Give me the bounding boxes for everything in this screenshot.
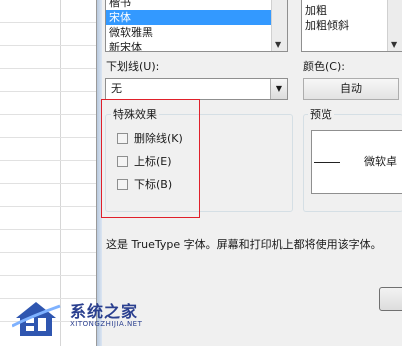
color-label: 颜色(C): xyxy=(303,60,345,73)
preview-sample-text: 微软卓 xyxy=(364,155,397,168)
font-item[interactable]: 宋体 xyxy=(106,10,271,25)
grid-line xyxy=(60,0,61,346)
underline-select[interactable]: 无 ▼ xyxy=(105,78,288,100)
house-logo-icon xyxy=(11,302,61,336)
color-select[interactable]: 自动 xyxy=(303,78,399,100)
font-item[interactable]: 新宋体 xyxy=(106,40,271,51)
spreadsheet-background xyxy=(0,0,96,346)
color-value: 自动 xyxy=(340,82,362,95)
scroll-down-icon[interactable]: ▼ xyxy=(391,40,397,49)
font-item[interactable]: 楷书 xyxy=(106,0,271,10)
grid-line xyxy=(0,160,96,161)
font-info-text: 这是 TrueType 字体。屏幕和打印机上都将使用该字体。 xyxy=(106,238,382,251)
grid-line xyxy=(0,114,96,115)
grid-line xyxy=(0,183,96,184)
scroll-down-icon[interactable]: ▼ xyxy=(275,40,281,49)
underline-value: 无 xyxy=(111,82,122,95)
watermark-logo: 系统之家 XITONGZHIJIA.NET xyxy=(11,296,162,340)
grid-line xyxy=(0,91,96,92)
preview-baseline xyxy=(314,162,340,163)
grid-line xyxy=(0,45,96,46)
highlight-box xyxy=(101,99,200,218)
watermark-name: 系统之家 xyxy=(70,302,139,321)
font-list-scrollbar[interactable]: ▼ xyxy=(271,0,287,51)
font-style-list[interactable]: 加粗 加粗倾斜 ▼ xyxy=(301,0,402,52)
font-item[interactable]: 微软雅黑 xyxy=(106,25,271,40)
preview-box: 微软卓 xyxy=(311,130,402,194)
grid-line xyxy=(0,137,96,138)
ok-button[interactable] xyxy=(379,287,402,311)
grid-line xyxy=(0,68,96,69)
preview-title: 预览 xyxy=(308,106,334,122)
grid-line xyxy=(0,22,96,23)
font-family-list[interactable]: 楷书 宋体 微软雅黑 新宋体 ▼ xyxy=(105,0,288,52)
grid-line xyxy=(0,275,96,276)
underline-label: 下划线(U): xyxy=(106,60,160,73)
font-dialog: 楷书 宋体 微软雅黑 新宋体 ▼ 加粗 加粗倾斜 ▼ 下划线(U): 无 ▼ 颜色(C… xyxy=(96,0,402,346)
chevron-down-icon[interactable]: ▼ xyxy=(270,79,287,99)
style-list-scrollbar[interactable]: ▼ xyxy=(387,0,402,51)
grid-line xyxy=(0,206,96,207)
grid-line xyxy=(0,229,96,230)
grid-line xyxy=(0,252,96,253)
watermark-url: XITONGZHIJIA.NET xyxy=(70,320,143,328)
